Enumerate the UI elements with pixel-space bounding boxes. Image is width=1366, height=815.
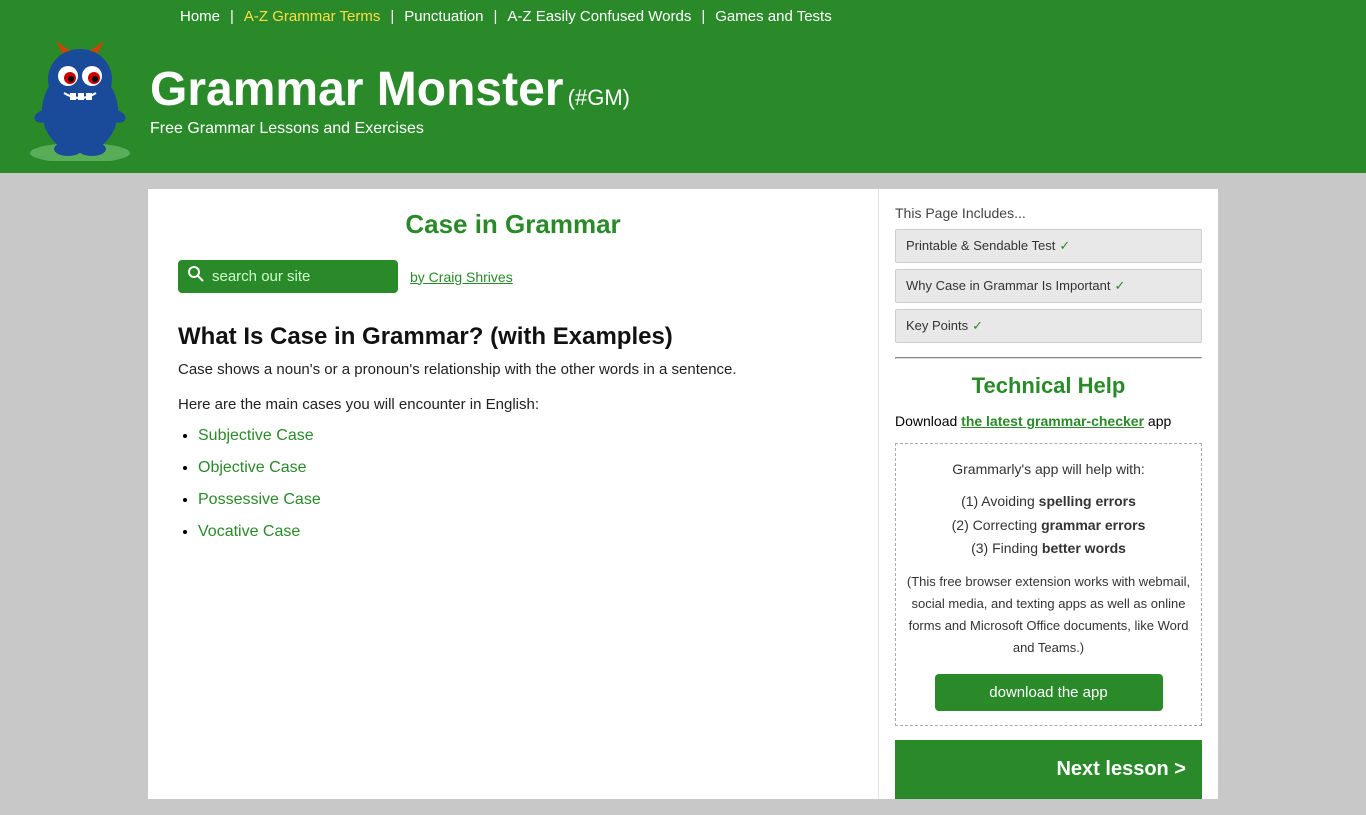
nav-punctuation[interactable]: Punctuation — [404, 8, 483, 25]
grammarly-box: Grammarly's app will help with: (1) Avoi… — [895, 443, 1202, 726]
grammarly-intro: Download the latest grammar-checker app — [895, 413, 1202, 429]
list-item: Vocative Case — [198, 523, 848, 541]
grammarly-point3: (3) Finding better words — [906, 537, 1191, 561]
tech-help-title: Technical Help — [895, 373, 1202, 399]
list-item: Objective Case — [198, 459, 848, 477]
site-title: Grammar Monster — [150, 63, 563, 116]
site-hashtag: (#GM) — [568, 85, 630, 110]
grammarly-note: (This free browser extension works with … — [906, 571, 1191, 659]
vocative-case-link[interactable]: Vocative Case — [198, 523, 300, 540]
next-lesson-bar[interactable]: Next lesson > — [895, 740, 1202, 799]
nav-games[interactable]: Games and Tests — [715, 8, 831, 25]
nav-sep-4: | — [701, 8, 705, 25]
grammarly-point2: (2) Correcting grammar errors — [906, 514, 1191, 538]
author-link[interactable]: by Craig Shrives — [410, 269, 513, 285]
nav-sep-1: | — [230, 8, 234, 25]
nav-home[interactable]: Home — [180, 8, 220, 25]
nav-az-grammar[interactable]: A-Z Grammar Terms — [244, 8, 380, 25]
nav-sep-2: | — [390, 8, 394, 25]
nav-sep-3: | — [493, 8, 497, 25]
next-lesson-label: Next lesson > — [1056, 758, 1186, 780]
check-icon-1: ✓ — [1059, 238, 1070, 253]
site-tagline: Free Grammar Lessons and Exercises — [150, 120, 630, 138]
search-bar-wrapper[interactable] — [178, 260, 398, 293]
printable-test-btn[interactable]: Printable & Sendable Test✓ — [895, 229, 1202, 263]
monster-logo — [20, 41, 140, 161]
search-icon — [188, 266, 204, 287]
page-title: Case in Grammar — [178, 209, 848, 240]
download-app-button[interactable]: download the app — [935, 674, 1163, 711]
check-icon-2: ✓ — [1114, 278, 1125, 293]
this-page-label: This Page Includes... — [895, 205, 1202, 221]
check-icon-3: ✓ — [972, 318, 983, 333]
objective-case-link[interactable]: Objective Case — [198, 459, 307, 476]
why-important-btn[interactable]: Why Case in Grammar Is Important✓ — [895, 269, 1202, 303]
cases-list: Subjective Case Objective Case Possessiv… — [178, 427, 848, 541]
list-item: Possessive Case — [198, 491, 848, 509]
grammarly-point1: (1) Avoiding spelling errors — [906, 490, 1191, 514]
list-item: Subjective Case — [198, 427, 848, 445]
search-input[interactable] — [212, 268, 372, 285]
subjective-case-link[interactable]: Subjective Case — [198, 427, 314, 444]
key-points-btn[interactable]: Key Points✓ — [895, 309, 1202, 343]
grammarly-box-line1: Grammarly's app will help with: — [906, 458, 1191, 482]
possessive-case-link[interactable]: Possessive Case — [198, 491, 321, 508]
article-heading: What Is Case in Grammar? (with Examples) — [178, 323, 848, 351]
article-intro: Case shows a noun's or a pronoun's relat… — [178, 361, 848, 378]
nav-confused[interactable]: A-Z Easily Confused Words — [507, 8, 691, 25]
grammarly-link[interactable]: the latest grammar-checker — [961, 413, 1144, 429]
article-subtext: Here are the main cases you will encount… — [178, 396, 848, 413]
